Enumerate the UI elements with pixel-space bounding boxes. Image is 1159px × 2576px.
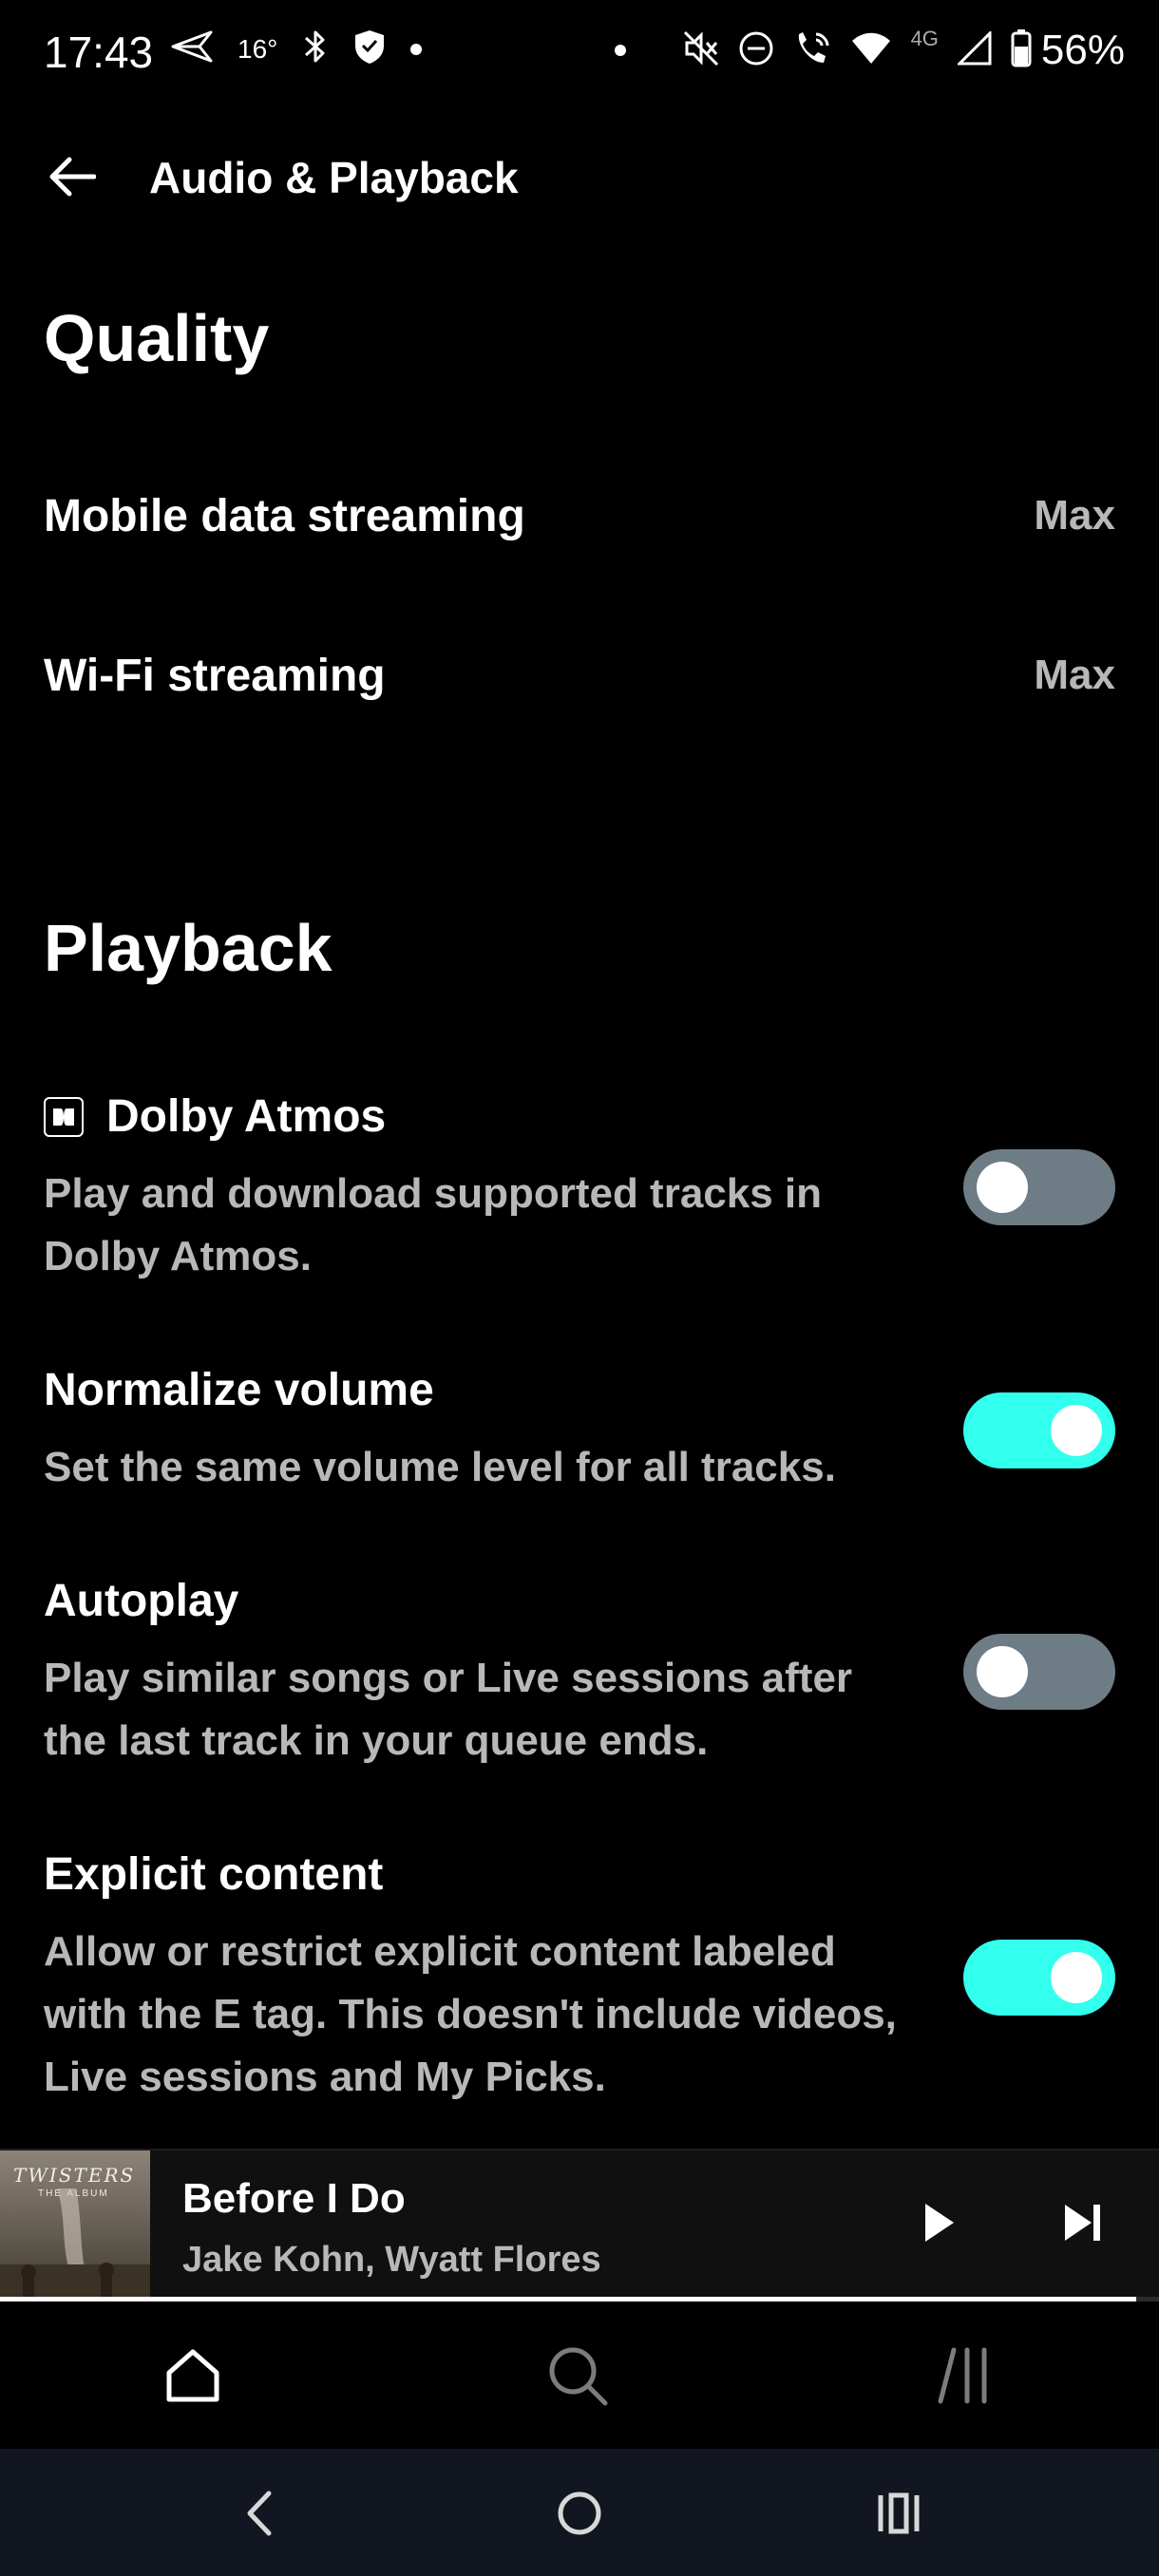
quality-section-title: Quality bbox=[44, 301, 270, 375]
next-track-button[interactable] bbox=[1054, 2196, 1112, 2253]
play-button[interactable] bbox=[910, 2196, 967, 2253]
explicit-content-toggle[interactable] bbox=[963, 1940, 1115, 2016]
wifi-streaming-label: Wi-Fi streaming bbox=[44, 651, 386, 701]
network-type-label: 4G bbox=[910, 27, 939, 50]
track-title: Before I Do bbox=[182, 2175, 406, 2222]
library-icon bbox=[935, 2344, 992, 2412]
album-art-scene bbox=[0, 2188, 150, 2301]
wifi-streaming-row[interactable]: Wi-Fi streaming Max bbox=[0, 617, 1159, 731]
recents-icon bbox=[875, 2491, 922, 2540]
mute-icon bbox=[683, 30, 719, 71]
status-bar: 17:43 16° 4G 56% bbox=[0, 0, 1159, 104]
autoplay-description: Play similar songs or Live sessions afte… bbox=[44, 1655, 853, 1764]
play-icon bbox=[922, 2202, 956, 2248]
status-left-icons: 16° bbox=[171, 28, 423, 69]
wifi-call-icon bbox=[793, 30, 831, 71]
system-navigation-bar bbox=[0, 2449, 1159, 2576]
nav-library[interactable] bbox=[925, 2339, 1001, 2415]
chevron-left-icon bbox=[240, 2490, 278, 2542]
autoplay-title: Autoplay bbox=[44, 1576, 239, 1626]
bottom-navigation bbox=[0, 2301, 1159, 2449]
toggle-knob bbox=[977, 1162, 1028, 1213]
battery-icon bbox=[1011, 28, 1032, 72]
page-title: Audio & Playback bbox=[149, 153, 519, 202]
nav-search[interactable] bbox=[540, 2339, 616, 2415]
autoplay-setting: Autoplay Play similar songs or Live sess… bbox=[0, 1575, 1159, 1774]
dolby-atmos-toggle[interactable] bbox=[963, 1149, 1115, 1225]
mobile-data-streaming-row[interactable]: Mobile data streaming Max bbox=[0, 458, 1159, 572]
toggle-knob bbox=[1051, 1952, 1102, 2003]
system-back-button[interactable] bbox=[226, 2482, 293, 2548]
mobile-data-streaming-value: Max bbox=[1034, 492, 1115, 539]
app-header: Audio & Playback bbox=[0, 133, 1159, 218]
autoplay-toggle[interactable] bbox=[963, 1634, 1115, 1710]
dolby-icon bbox=[44, 1096, 84, 1137]
toggle-knob bbox=[1051, 1405, 1102, 1456]
dolby-atmos-setting: Dolby Atmos Play and download supported … bbox=[0, 1090, 1159, 1290]
status-right-icons: 4G 56% bbox=[614, 27, 1125, 74]
wifi-icon bbox=[850, 31, 892, 70]
skip-next-icon bbox=[1063, 2203, 1103, 2247]
dolby-atmos-label: Dolby Atmos bbox=[106, 1091, 387, 1142]
notification-dot bbox=[614, 45, 626, 56]
signal-icon bbox=[956, 28, 992, 70]
search-icon bbox=[546, 2344, 609, 2412]
battery-percentage: 56% bbox=[1040, 27, 1125, 73]
status-time: 17:43 bbox=[44, 28, 154, 77]
dnd-icon bbox=[738, 30, 774, 71]
normalize-volume-description: Set the same volume level for all tracks… bbox=[44, 1444, 836, 1490]
wifi-streaming-value: Max bbox=[1034, 652, 1115, 698]
circle-home-icon bbox=[556, 2490, 603, 2542]
system-home-button[interactable] bbox=[546, 2482, 613, 2548]
explicit-content-description: Allow or restrict explicit content label… bbox=[44, 1928, 897, 2100]
shield-icon bbox=[353, 28, 386, 69]
mobile-data-streaming-label: Mobile data streaming bbox=[44, 491, 525, 541]
system-recents-button[interactable] bbox=[865, 2482, 932, 2548]
explicit-content-setting: Explicit content Allow or restrict expli… bbox=[0, 1848, 1159, 2105]
arrow-left-icon bbox=[48, 156, 97, 202]
home-icon bbox=[163, 2346, 222, 2410]
album-art[interactable]: TWISTERS THE ALBUM bbox=[0, 2150, 150, 2301]
normalize-volume-title: Normalize volume bbox=[44, 1365, 434, 1415]
track-artist: Jake Kohn, Wyatt Flores bbox=[182, 2240, 601, 2280]
dolby-atmos-title: Dolby Atmos bbox=[44, 1090, 386, 1143]
send-icon bbox=[171, 30, 213, 67]
notification-dot bbox=[410, 43, 423, 55]
playback-section-title: Playback bbox=[44, 911, 332, 985]
status-temperature: 16° bbox=[238, 33, 278, 64]
explicit-content-title: Explicit content bbox=[44, 1849, 384, 1900]
dolby-atmos-description: Play and download supported tracks in Do… bbox=[44, 1170, 823, 1279]
bluetooth-icon bbox=[302, 28, 329, 69]
mini-player[interactable]: TWISTERS THE ALBUM Before I Do Jake Kohn… bbox=[0, 2149, 1159, 2301]
back-button[interactable] bbox=[44, 150, 101, 207]
normalize-volume-setting: Normalize volume Set the same volume lev… bbox=[0, 1364, 1159, 1506]
nav-home[interactable] bbox=[155, 2339, 231, 2415]
toggle-knob bbox=[977, 1646, 1028, 1697]
normalize-volume-toggle[interactable] bbox=[963, 1392, 1115, 1468]
